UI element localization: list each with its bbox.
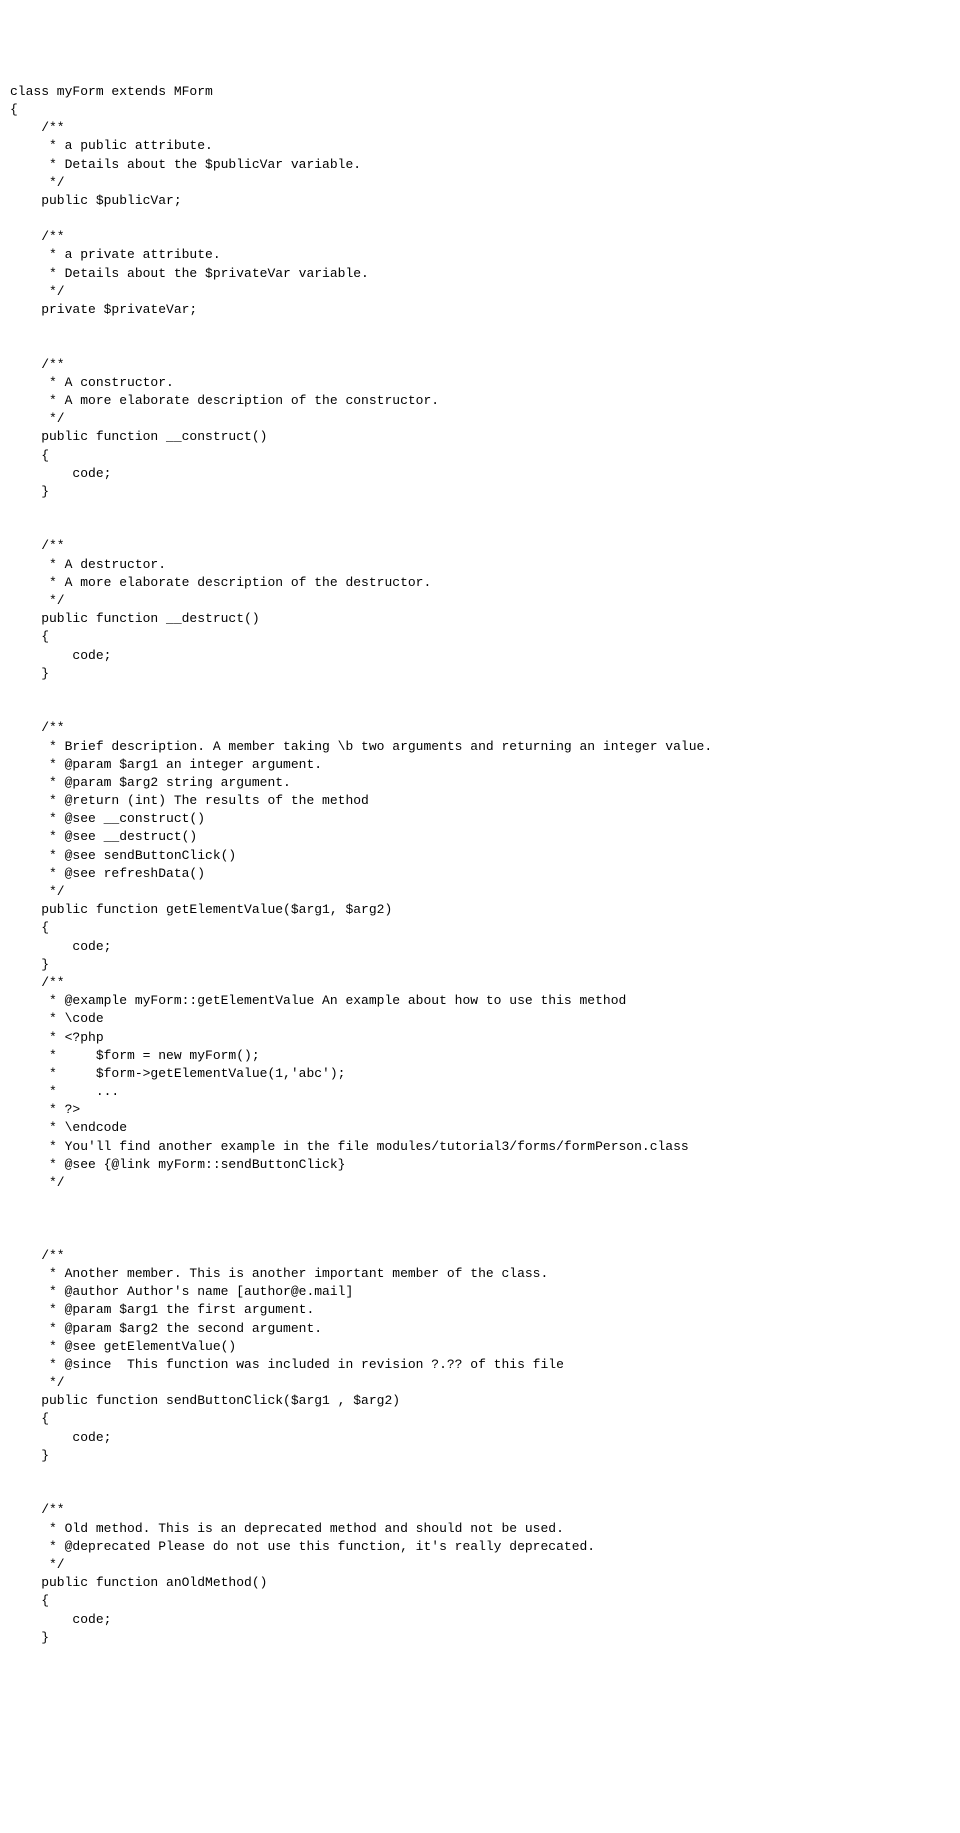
code-line: * @see sendButtonClick() <box>10 848 236 863</box>
code-line: * $form = new myForm(); <box>10 1048 260 1063</box>
code-line: */ <box>10 284 65 299</box>
code-line: */ <box>10 593 65 608</box>
code-line: * \endcode <box>10 1120 127 1135</box>
code-line: * <?php <box>10 1030 104 1045</box>
code-line: */ <box>10 1175 65 1190</box>
code-line: public function sendButtonClick($arg1 , … <box>10 1393 400 1408</box>
code-line: } <box>10 1448 49 1463</box>
code-line: } <box>10 666 49 681</box>
code-line: */ <box>10 175 65 190</box>
code-line: * $form->getElementValue(1,'abc'); <box>10 1066 345 1081</box>
code-line: * \code <box>10 1011 104 1026</box>
code-line: { <box>10 920 49 935</box>
code-line: */ <box>10 411 65 426</box>
code-line: code; <box>10 648 111 663</box>
code-line: } <box>10 1630 49 1645</box>
code-line: /** <box>10 120 65 135</box>
code-line: public function __destruct() <box>10 611 260 626</box>
code-line: * Old method. This is an deprecated meth… <box>10 1521 564 1536</box>
code-line: /** <box>10 1502 65 1517</box>
code-line: code; <box>10 1430 111 1445</box>
code-line: * @see {@link myForm::sendButtonClick} <box>10 1157 345 1172</box>
code-line: * Details about the $privateVar variable… <box>10 266 369 281</box>
code-line: * @see getElementValue() <box>10 1339 236 1354</box>
code-line: * A constructor. <box>10 375 174 390</box>
code-line: /** <box>10 229 65 244</box>
code-line: { <box>10 1593 49 1608</box>
code-line: * @author Author's name [author@e.mail] <box>10 1284 353 1299</box>
code-line: } <box>10 484 49 499</box>
code-line: * @see refreshData() <box>10 866 205 881</box>
code-line: code; <box>10 1612 111 1627</box>
code-line: * @param $arg1 an integer argument. <box>10 757 322 772</box>
code-line: } <box>10 957 49 972</box>
code-line: * A more elaborate description of the co… <box>10 393 439 408</box>
code-line: * @since This function was included in r… <box>10 1357 564 1372</box>
code-line: /** <box>10 538 65 553</box>
code-line: */ <box>10 1375 65 1390</box>
code-line: * @param $arg2 the second argument. <box>10 1321 322 1336</box>
code-line: * @see __destruct() <box>10 829 197 844</box>
code-line: { <box>10 629 49 644</box>
code-line: * @param $arg1 the first argument. <box>10 1302 314 1317</box>
code-line: * ... <box>10 1084 119 1099</box>
code-line: /** <box>10 975 65 990</box>
code-line: * ?> <box>10 1102 80 1117</box>
code-line: code; <box>10 466 111 481</box>
code-line: * @param $arg2 string argument. <box>10 775 291 790</box>
code-line: class myForm extends MForm <box>10 84 213 99</box>
code-line: { <box>10 102 18 117</box>
code-line: * @return (int) The results of the metho… <box>10 793 369 808</box>
code-line: * @deprecated Please do not use this fun… <box>10 1539 595 1554</box>
code-line: /** <box>10 357 65 372</box>
code-line: * Brief description. A member taking \b … <box>10 739 712 754</box>
code-line: /** <box>10 1248 65 1263</box>
code-listing: class myForm extends MForm { /** * a pub… <box>10 83 950 1647</box>
code-line: * @example myForm::getElementValue An ex… <box>10 993 626 1008</box>
code-line: * Another member. This is another import… <box>10 1266 548 1281</box>
code-line: public function getElementValue($arg1, $… <box>10 902 392 917</box>
code-line: public $publicVar; <box>10 193 182 208</box>
code-line: public function __construct() <box>10 429 267 444</box>
code-line: code; <box>10 939 111 954</box>
code-line: * You'll find another example in the fil… <box>10 1139 689 1154</box>
code-line: * A destructor. <box>10 557 166 572</box>
code-line: * a private attribute. <box>10 247 221 262</box>
code-line: */ <box>10 1557 65 1572</box>
code-line: /** <box>10 720 65 735</box>
code-line: * a public attribute. <box>10 138 213 153</box>
code-line: * @see __construct() <box>10 811 205 826</box>
code-line: { <box>10 448 49 463</box>
code-line: * Details about the $publicVar variable. <box>10 157 361 172</box>
code-line: public function anOldMethod() <box>10 1575 267 1590</box>
code-line: private $privateVar; <box>10 302 197 317</box>
code-line: * A more elaborate description of the de… <box>10 575 431 590</box>
code-line: */ <box>10 884 65 899</box>
code-line: { <box>10 1411 49 1426</box>
